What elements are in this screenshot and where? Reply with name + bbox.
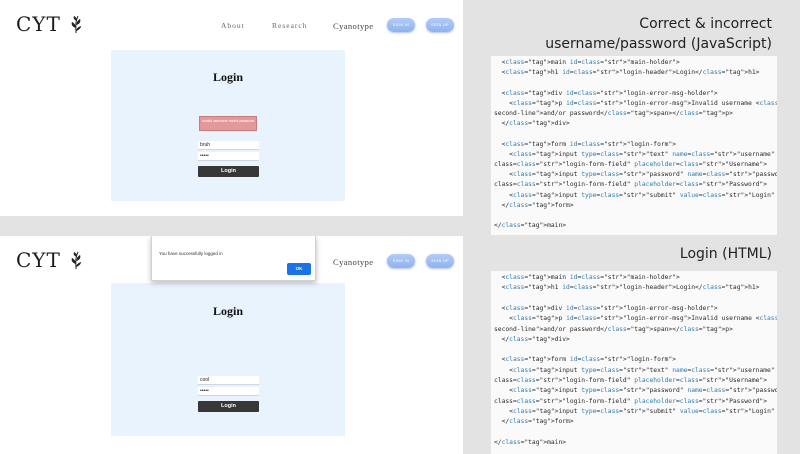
code-line: <class="tag">h1 id=class="str">"login-he… [494,69,760,77]
login-title: Login [212,304,243,318]
leaf-sprig-icon [71,251,81,270]
code-line: <class="tag">form id=class="str">"login-… [494,356,677,364]
nav-about[interactable]: About [221,21,245,30]
login-panel: Login Invalid username and/or password b… [111,50,345,201]
screenshot-error-state: CYT About Research Cyanotype SIGN IN SIG… [0,0,463,216]
caption-bottom: Login (HTML) [679,246,772,262]
caption-top: Correct & incorrect username/password (J… [545,14,772,54]
code-line: class=class="str">"login-form-field" pla… [494,181,768,189]
code-line: <class="tag">input type=class="str">"pas… [494,171,777,179]
code-line: </class="tag">form> [494,201,574,209]
code-line: <class="tag">input type=class="str">"pas… [494,387,777,395]
sign-up-button[interactable]: SIGN UP [426,254,454,268]
nav-cyanotype[interactable]: Cyanotype [333,21,373,31]
nav-cyanotype[interactable]: Cyanotype [333,257,373,267]
login-panel: Login cool ••••• Login [111,283,345,436]
logo-text: CYT [16,248,61,272]
code-snippet-bottom: <class="tag">main id=class="str">"main-h… [491,271,777,454]
code-line: </class="tag">main> [494,222,567,230]
login-error-message: Invalid username and/or password [199,116,257,131]
code-line: <class="tag">h1 id=class="str">"login-he… [494,284,760,292]
alert-ok-button[interactable]: OK [287,263,311,275]
code-line: </class="tag">div> [494,335,570,343]
code-line: <class="tag">input type=class="str">"tex… [494,366,777,374]
code-line: <class="tag">main id=class="str">"main-h… [494,274,680,281]
username-field[interactable]: cool [198,376,259,385]
code-line: class=class="str">"login-form-field" pla… [494,161,768,168]
code-line: second-line">and/or password</class="tag… [494,325,733,333]
code-line: <class="tag">input type=class="str">"sub… [494,407,777,415]
login-success-alert: You have successfully logged in OK [151,236,316,281]
login-title: Login [212,70,243,84]
screenshot-success-state: CYT Cyanotype SIGN IN SIGN UP Login cool… [0,236,463,454]
sign-in-button[interactable]: SIGN IN [387,18,415,32]
nav-research[interactable]: Research [272,21,307,30]
code-line: class=class="str">"login-form-field" pla… [494,397,768,405]
code-line: <class="tag">input type=class="str">"tex… [494,150,777,158]
code-line: <class="tag">div id=class="str">"login-e… [494,304,718,312]
code-line: <class="tag">p id=class="str">"login-err… [494,315,777,323]
code-line: <class="tag">input type=class="str">"sub… [494,191,777,199]
caption-top-line2: username/password (JavaScript) [545,36,772,52]
password-field[interactable]: ••••• [198,152,259,161]
site-header: CYT About Research Cyanotype SIGN IN SIG… [0,0,463,46]
code-line: </class="tag">div> [494,120,570,128]
site-logo[interactable]: CYT [16,12,85,36]
login-submit-button[interactable]: Login [198,166,259,177]
leaf-sprig-icon [71,15,81,34]
password-field[interactable]: ••••• [198,387,259,396]
sign-in-button[interactable]: SIGN IN [387,254,415,268]
code-line: <class="tag">div id=class="str">"login-e… [494,89,718,97]
code-line: <class="tag">form id=class="str">"login-… [494,140,677,148]
login-submit-button[interactable]: Login [198,401,259,412]
code-line: </class="tag">main> [494,438,567,446]
logo-text: CYT [16,12,61,36]
username-field[interactable]: bruh [198,141,259,150]
code-line: second-line">and/or password</class="tag… [494,110,733,117]
code-line: </class="tag">form> [494,418,574,426]
site-logo[interactable]: CYT [16,248,85,272]
code-line: <class="tag">p id=class="str">"login-err… [494,99,777,107]
code-line: class=class="str">"login-form-field" pla… [494,377,768,384]
code-snippet-top: <class="tag">main id=class="str">"main-h… [491,56,777,235]
code-line: <class="tag">main id=class="str">"main-h… [494,59,680,66]
caption-top-line1: Correct & incorrect [639,16,772,32]
sign-up-button[interactable]: SIGN UP [426,18,454,32]
alert-message: You have successfully logged in [159,251,223,256]
